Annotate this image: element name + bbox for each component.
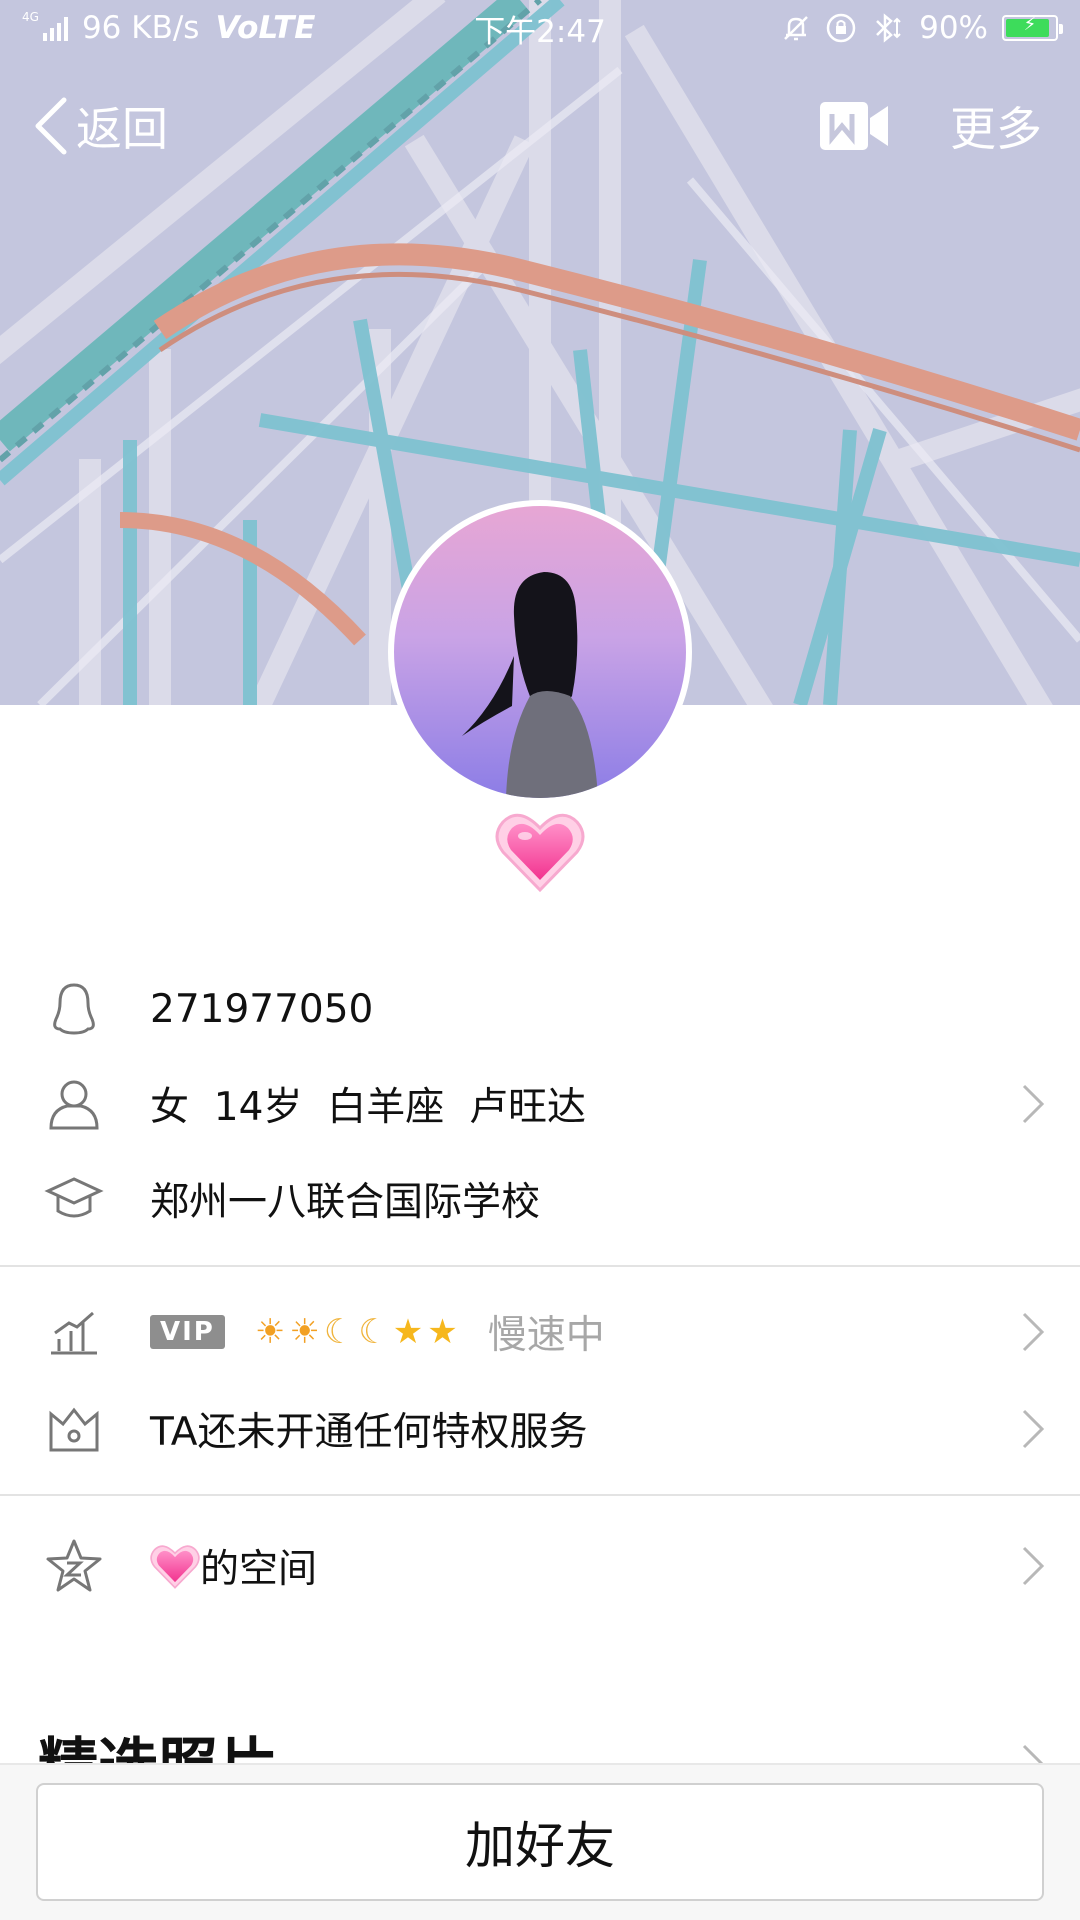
rotation-lock-icon — [826, 13, 856, 43]
penguin-icon — [44, 979, 104, 1039]
chevron-left-icon — [35, 97, 67, 155]
vip-badge: VIP — [150, 1315, 225, 1349]
bottom-action-bar: 加好友 — [0, 1763, 1080, 1920]
privilege-text: TA还未开通任何特权服务 — [150, 1410, 588, 1455]
heart-emoji-icon — [150, 1545, 200, 1589]
privilege-row[interactable]: TA还未开通任何特权服务 — [0, 1398, 1080, 1460]
avatar[interactable] — [388, 500, 692, 804]
space-label: 的空间 — [150, 1538, 317, 1594]
bar-chart-icon — [44, 1302, 104, 1362]
status-bar: 4G 96 KB/s VoLTE 下午2:47 90% ⚡ — [0, 0, 1080, 56]
star-icon: ★ — [392, 1312, 424, 1352]
avatar-image — [394, 506, 686, 798]
network-speed: 96 KB/s — [81, 10, 200, 46]
space-row[interactable]: 的空间 — [0, 1534, 1080, 1598]
person-icon — [44, 1074, 104, 1134]
add-friend-button[interactable]: 加好友 — [36, 1783, 1044, 1901]
level-row[interactable]: VIP ☀ ☀ ☾ ☾ ★ ★ 慢速中 — [0, 1301, 1080, 1363]
signal-icon — [42, 15, 68, 41]
battery-percent: 90% — [919, 10, 988, 46]
basic-info-text: 女 14岁 白羊座 卢旺达 — [150, 1085, 587, 1130]
bluetooth-icon — [876, 13, 901, 43]
star-z-icon — [44, 1536, 104, 1596]
heart-badge-icon — [495, 813, 585, 893]
chevron-right-icon — [1022, 1084, 1045, 1124]
divider — [0, 1494, 1080, 1496]
chevron-right-icon — [1022, 1409, 1045, 1449]
space-text: 的空间 — [200, 1547, 318, 1592]
battery-icon: ⚡ — [1002, 14, 1063, 41]
nav-bar: 返回 更多 — [0, 80, 1080, 172]
star-icon: ★ — [427, 1312, 458, 1352]
moon-icon: ☾ — [358, 1312, 389, 1352]
network-type: 4G — [22, 10, 39, 24]
divider — [0, 1265, 1080, 1267]
qq-number-row: 271977050 — [0, 978, 1080, 1040]
chevron-right-icon — [1022, 1546, 1045, 1586]
graduation-cap-icon — [44, 1169, 104, 1229]
basic-info-row[interactable]: 女 14岁 白羊座 卢旺达 — [0, 1073, 1080, 1135]
school-row: 郑州一八联合国际学校 — [0, 1168, 1080, 1230]
moon-icon: ☾ — [323, 1312, 355, 1352]
chevron-right-icon — [1022, 1312, 1045, 1352]
sun-icon: ☀ — [289, 1312, 320, 1352]
more-button[interactable]: 更多 — [950, 93, 1042, 159]
clock: 下午2:47 — [474, 13, 606, 50]
mute-bell-icon — [784, 16, 808, 41]
qq-number: 271977050 — [150, 986, 374, 1032]
level-content: VIP ☀ ☀ ☾ ☾ ★ ★ 慢速中 — [150, 1304, 605, 1360]
sun-icon: ☀ — [254, 1312, 286, 1352]
volte-indicator: VoLTE — [215, 10, 316, 46]
video-camera-icon[interactable] — [816, 96, 892, 156]
school-name: 郑州一八联合国际学校 — [150, 1180, 541, 1225]
level-icons: ☀ ☀ ☾ ☾ ★ ★ — [255, 1315, 458, 1349]
back-label: 返回 — [76, 102, 168, 156]
level-status: 慢速中 — [487, 1313, 605, 1358]
crown-box-icon — [44, 1399, 104, 1459]
back-button[interactable]: 返回 — [30, 93, 168, 159]
